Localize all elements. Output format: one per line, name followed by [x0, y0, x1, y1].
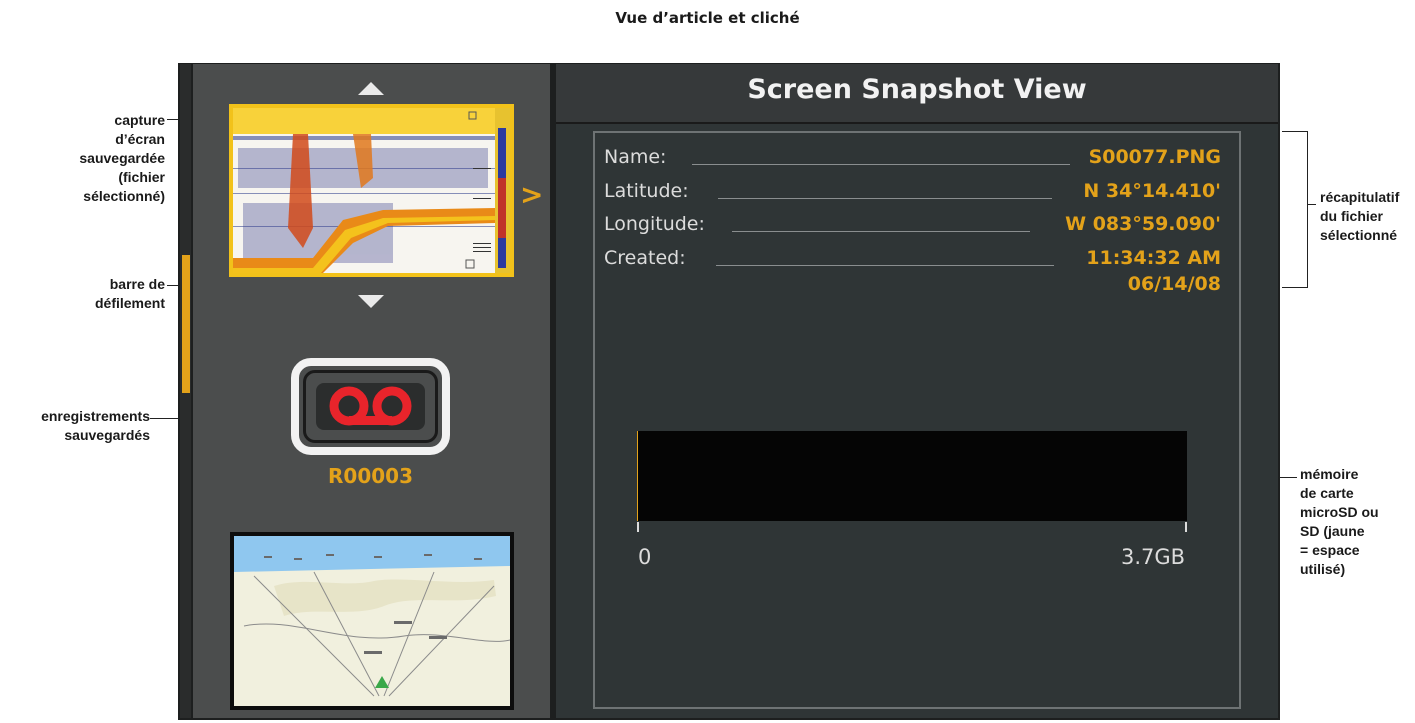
- field-name-value: S00077.PNG: [1088, 146, 1221, 168]
- memory-used-fill: [637, 431, 638, 521]
- field-created-date: 06/14/08: [1127, 273, 1221, 295]
- field-longitude-value: W 083°59.090': [1065, 213, 1221, 235]
- field-latitude-label: Latitude:: [604, 180, 689, 202]
- field-latitude-value: N 34°14.410': [1083, 180, 1221, 202]
- recording-label: R00003: [328, 464, 413, 488]
- selected-chevron-right-icon: >: [520, 178, 544, 211]
- field-name-label: Name:: [604, 146, 667, 168]
- snapshot-thumbnail-map[interactable]: [230, 532, 514, 710]
- snapshot-thumbnail-selected[interactable]: [229, 104, 514, 277]
- callout-capture: capture d’écran sauvegardée (fichier sél…: [79, 112, 165, 204]
- chart-map-image: [234, 536, 510, 706]
- page-title: Vue d’article et cliché: [615, 9, 800, 27]
- recording-item[interactable]: [291, 358, 450, 455]
- callout-recordings: enregistrements sauvegardés: [41, 408, 150, 443]
- callout-memory: mémoire de carte microSD ou SD (jaune = …: [1300, 466, 1379, 577]
- callout-scrollbar: barre de défilement: [94, 276, 165, 311]
- field-created-time: 11:34:32 AM: [1086, 247, 1221, 269]
- memory-tick-min: [637, 522, 639, 532]
- view-title: Screen Snapshot View: [747, 74, 1087, 105]
- memory-max-label: 3.7GB: [1121, 545, 1186, 569]
- callout-summary: récapitulatif du fichier sélectionné: [1320, 189, 1400, 243]
- field-created-label: Created:: [604, 247, 686, 269]
- field-longitude-label: Longitude:: [604, 213, 705, 235]
- memory-bar: [637, 431, 1187, 521]
- scroll-up-arrow-icon[interactable]: [358, 82, 384, 95]
- scrollbar-thumb[interactable]: [182, 255, 190, 393]
- scroll-down-arrow-icon[interactable]: [358, 295, 384, 308]
- memory-tick-max: [1185, 522, 1187, 532]
- voicemail-recording-icon: [316, 383, 425, 430]
- summary-bracket: [1307, 131, 1308, 288]
- sonar-image: [233, 108, 510, 273]
- memory-min-label: 0: [638, 545, 652, 569]
